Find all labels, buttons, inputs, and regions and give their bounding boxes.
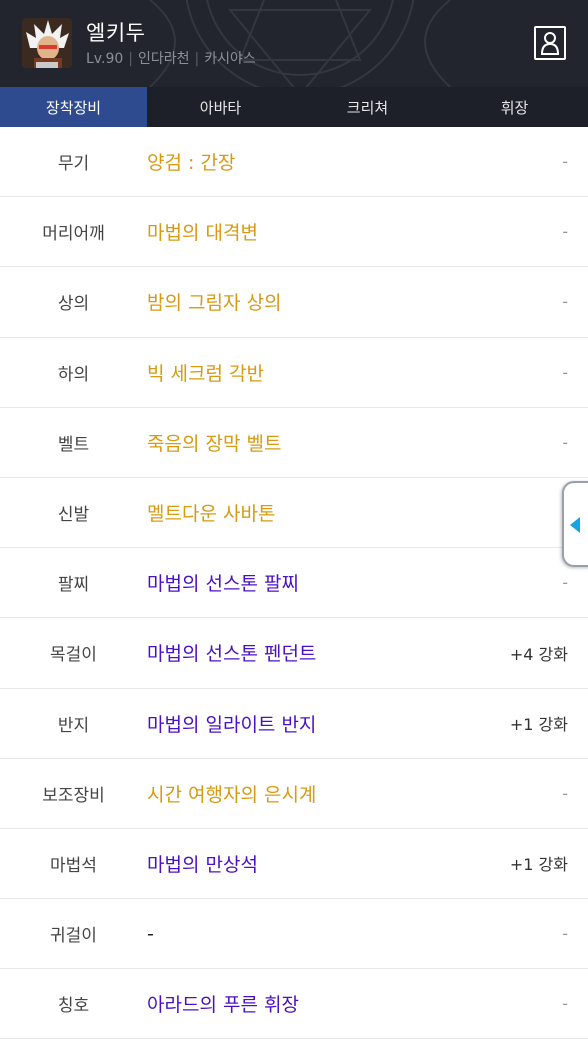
equipment-row[interactable]: 신발 멜트다운 사바톤 -	[0, 477, 588, 549]
slot-label: 무기	[57, 154, 90, 175]
enhance-value: -	[562, 152, 568, 172]
info-separator: |	[194, 51, 200, 67]
enhance-value: -	[562, 924, 568, 944]
character-server: 카시야스	[204, 51, 256, 67]
enhance-value: -	[562, 292, 568, 312]
tab-equipment[interactable]: 장착장비	[0, 87, 147, 127]
equipment-row[interactable]: 벨트 죽음의 장막 벨트 -	[0, 407, 588, 478]
equipment-row[interactable]: 귀걸이 - -	[0, 899, 588, 970]
item-name[interactable]: 밤의 그림자 상의	[147, 267, 281, 336]
equipment-row[interactable]: 목걸이 마법의 선스톤 펜던트 +4 강화	[0, 618, 588, 689]
info-separator: |	[128, 51, 133, 67]
slot-label: 목걸이	[50, 645, 97, 666]
item-name[interactable]: 멜트다운 사바톤	[147, 478, 275, 547]
character-level: Lv.90	[86, 51, 124, 67]
item-name[interactable]: 마법의 대격변	[147, 197, 258, 266]
enhance-value: -	[562, 994, 568, 1014]
equipment-row[interactable]: 하의 빅 세크럼 각반 -	[0, 337, 588, 408]
equipment-row[interactable]: 상의 밤의 그림자 상의 -	[0, 267, 588, 338]
item-name[interactable]: 빅 세크럼 각반	[147, 338, 264, 407]
side-panel-handle[interactable]	[562, 481, 588, 567]
slot-label: 반지	[57, 715, 90, 736]
slot-label: 상의	[57, 294, 90, 315]
slot-label: 벨트	[57, 434, 90, 455]
slot-label: 귀걸이	[50, 926, 97, 947]
slot-label: 신발	[57, 505, 90, 526]
item-name[interactable]: 마법의 선스톤 팔찌	[147, 548, 299, 617]
item-name[interactable]: 시간 여행자의 은시계	[147, 759, 316, 828]
slot-label: 칭호	[57, 996, 90, 1017]
item-name[interactable]: 마법의 만상석	[147, 829, 258, 898]
tab-insignia[interactable]: 휘장	[441, 87, 588, 127]
equipment-row[interactable]: 보조장비 시간 여행자의 은시계 -	[0, 758, 588, 829]
slot-label: 머리어깨	[42, 224, 105, 245]
item-name[interactable]: 죽음의 장막 벨트	[147, 408, 281, 477]
equipment-list: 무기 양검 : 간장 - 머리어깨 마법의 대격변 - 상의 밤의 그림자 상의…	[0, 127, 588, 1040]
equipment-row[interactable]: 무기 양검 : 간장 -	[0, 127, 588, 198]
slot-label: 마법석	[50, 855, 97, 876]
profile-card-icon[interactable]	[534, 26, 566, 60]
character-header: 엘키두 Lv.90 | 인다라천 | 카시야스	[0, 0, 588, 87]
enhance-value: +1 강화	[509, 715, 568, 735]
enhance-value: +4 강화	[509, 644, 568, 664]
enhance-value: -	[562, 222, 568, 242]
item-name[interactable]: 마법의 선스톤 펜던트	[147, 618, 316, 687]
enhance-value: -	[562, 783, 568, 803]
enhance-value: -	[562, 362, 568, 382]
slot-label: 팔찌	[57, 575, 90, 596]
equipment-row[interactable]: 반지 마법의 일라이트 반지 +1 강화	[0, 688, 588, 759]
item-name: -	[147, 922, 154, 945]
equipment-row[interactable]: 팔찌 마법의 선스톤 팔찌 -	[0, 548, 588, 619]
equipment-row[interactable]: 칭호 아라드의 푸른 휘장 -	[0, 969, 588, 1040]
slot-label: 보조장비	[42, 785, 105, 806]
tab-creature[interactable]: 크리쳐	[294, 87, 441, 127]
character-info: Lv.90 | 인다라천 | 카시야스	[86, 48, 256, 68]
character-job: 인다라천	[137, 51, 190, 67]
character-portrait-icon[interactable]	[22, 18, 72, 68]
item-name[interactable]: 마법의 일라이트 반지	[147, 689, 316, 758]
left-arrow-icon	[570, 517, 580, 533]
tab-avatar[interactable]: 아바타	[147, 87, 294, 127]
item-name[interactable]: 양검 : 간장	[147, 127, 235, 196]
equipment-row[interactable]: 머리어깨 마법의 대격변 -	[0, 197, 588, 268]
enhance-value: +1 강화	[509, 855, 568, 875]
slot-label: 하의	[57, 364, 90, 385]
character-name: 엘키두	[86, 21, 146, 45]
enhance-value: -	[562, 432, 568, 452]
equipment-tabs: 장착장비 아바타 크리쳐 휘장	[0, 87, 588, 127]
equipment-row[interactable]: 마법석 마법의 만상석 +1 강화	[0, 828, 588, 900]
item-name[interactable]: 아라드의 푸른 휘장	[147, 969, 299, 1038]
